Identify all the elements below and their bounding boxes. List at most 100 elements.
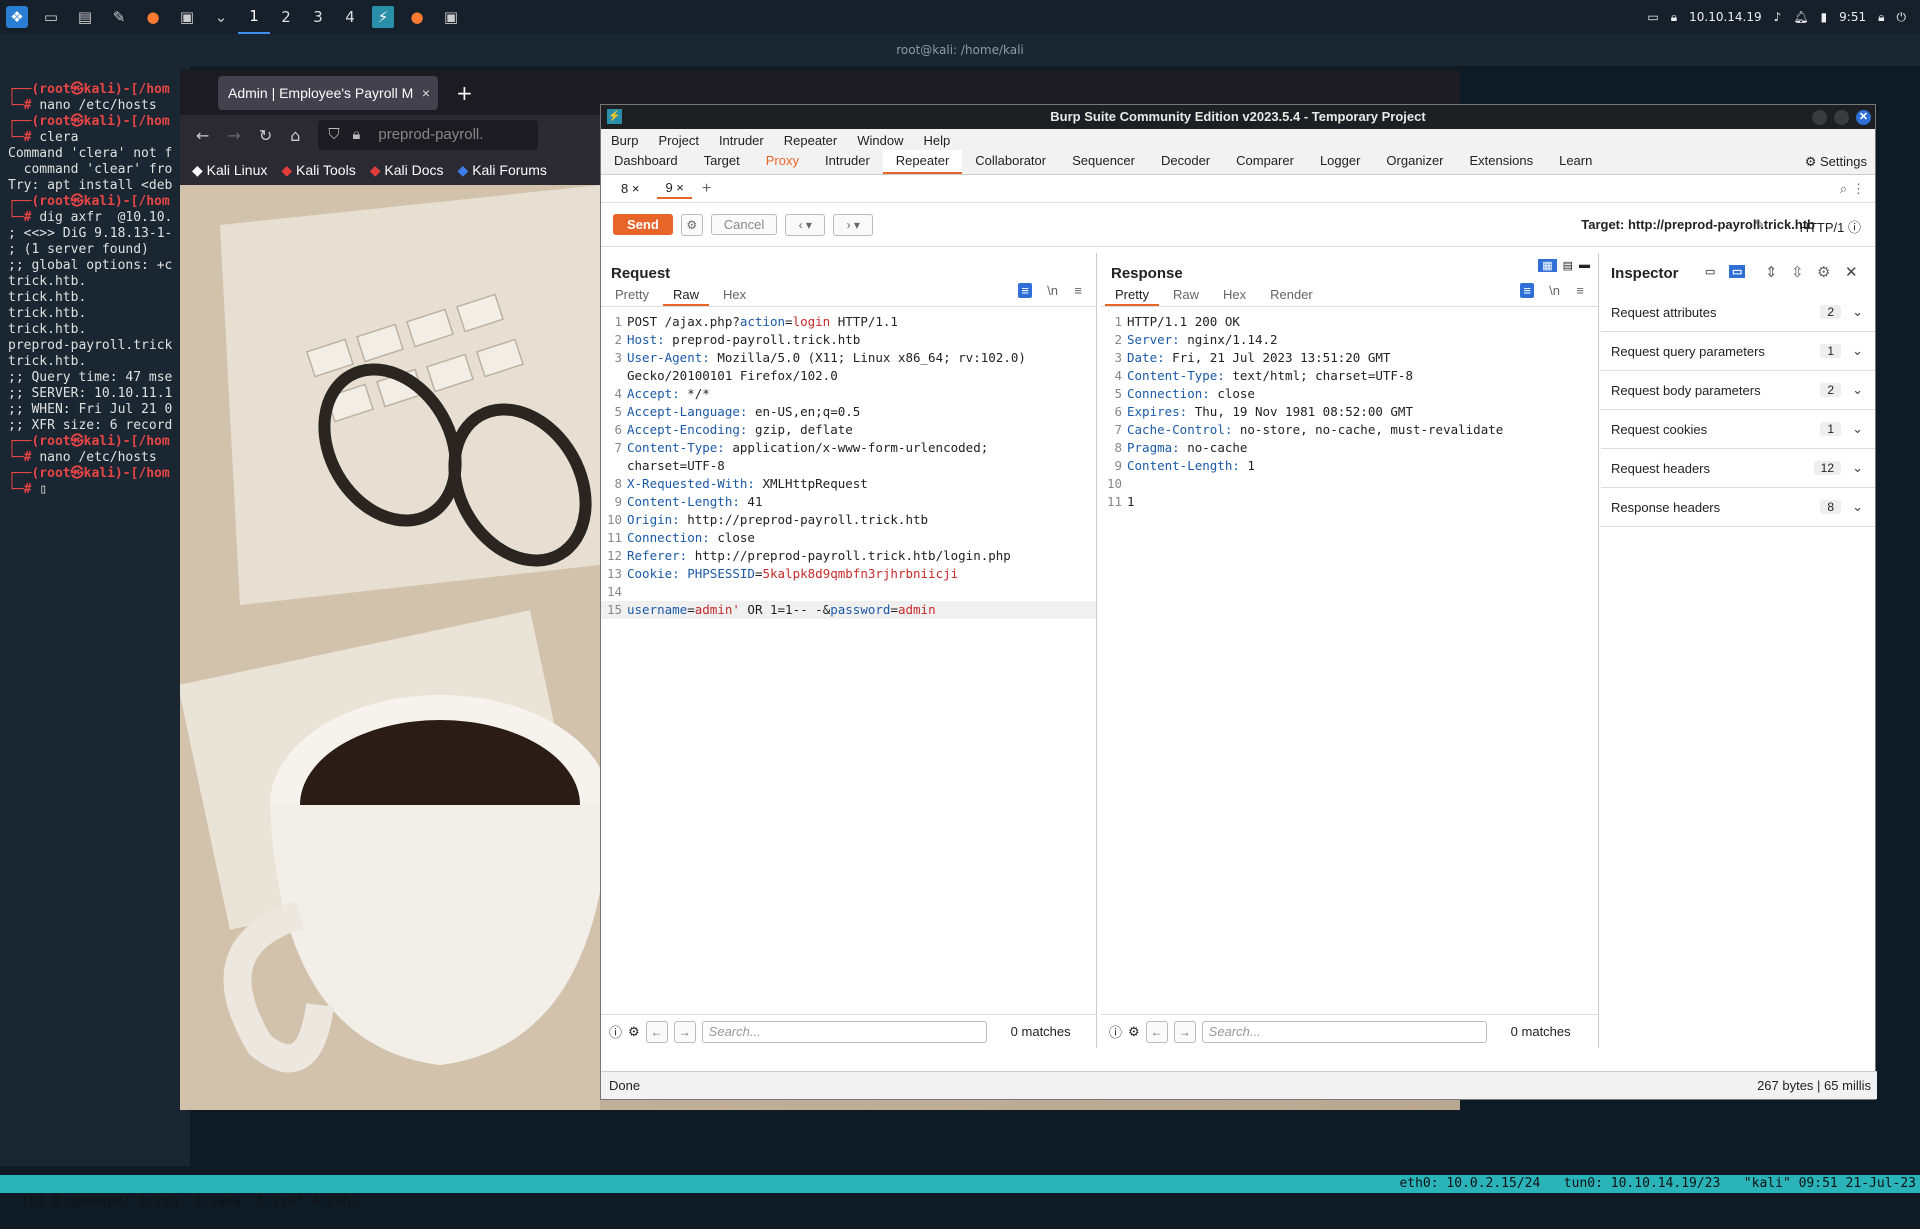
edit-target-icon[interactable]: ✎ — [1754, 217, 1765, 233]
inspector-section[interactable]: Response headers 8 ⌄ — [1601, 488, 1875, 527]
response-search-input[interactable]: Search... — [1201, 1020, 1487, 1043]
response-tab-raw[interactable]: Raw — [1163, 287, 1209, 306]
newline-toggle-icon[interactable]: \n — [1047, 283, 1058, 298]
url-bar[interactable]: ⛉ 🔒︎ preprod-payroll. — [318, 120, 539, 150]
search-icon[interactable]: ⌕ — [1840, 181, 1847, 197]
menu-intruder[interactable]: Intruder — [719, 133, 764, 148]
tab-dashboard[interactable]: Dashboard — [601, 150, 691, 174]
request-tab-hex[interactable]: Hex — [713, 287, 756, 306]
terminal-output[interactable]: ┌──(root㉿kali)-[/hom └─# nano /etc/hosts ┌… — [0, 66, 190, 1166]
chevron-down-icon[interactable]: ⌄ — [1852, 460, 1863, 476]
desktop-icon[interactable]: ▭ — [40, 6, 62, 28]
send-button[interactable]: Send — [613, 214, 673, 235]
tab-intruder[interactable]: Intruder — [812, 150, 883, 174]
menu-help[interactable]: Help — [923, 133, 950, 148]
inspector-section[interactable]: Request body parameters 2 ⌄ — [1601, 371, 1875, 410]
bookmark-kali-tools[interactable]: ◆ Kali Tools — [281, 162, 355, 179]
chevron-down-icon[interactable]: ⌄ — [1852, 382, 1863, 398]
notification-icon[interactable]: 🔔︎ — [1793, 10, 1808, 24]
newline-toggle-icon[interactable]: \n — [1549, 283, 1560, 298]
help-icon[interactable]: ⓘ — [1109, 1022, 1122, 1041]
menu-repeater[interactable]: Repeater — [784, 133, 837, 148]
gear-icon[interactable]: ⚙ — [1128, 1024, 1140, 1040]
menu-burp[interactable]: Burp — [611, 133, 638, 148]
wrap-toggle-icon[interactable]: ≡ — [1018, 283, 1032, 298]
request-tab-pretty[interactable]: Pretty — [605, 287, 659, 306]
bookmark-kali-docs[interactable]: ◆ Kali Docs — [370, 162, 444, 179]
display-icon[interactable]: ▭ — [1647, 10, 1658, 24]
inspector-layout-active-icon[interactable]: ▭ — [1729, 265, 1746, 278]
close-tab-icon[interactable]: × — [422, 76, 430, 110]
layout-tabs-icon[interactable]: ▬ — [1579, 259, 1590, 272]
reload-icon[interactable]: ↻ — [259, 126, 272, 145]
menu-icon[interactable]: ≡ — [1074, 283, 1082, 298]
help-icon[interactable]: ⓘ — [1848, 220, 1861, 235]
more-options-icon[interactable]: ⋮ — [1852, 181, 1865, 197]
request-editor[interactable]: 1 POST /ajax.php?action=login HTTP/1.1 2 Ho… — [601, 307, 1096, 619]
tab-decoder[interactable]: Decoder — [1148, 150, 1223, 174]
terminal-icon[interactable]: ▣ — [176, 6, 198, 28]
chevron-down-icon[interactable]: ⌄ — [1852, 421, 1863, 437]
file-manager-icon[interactable]: ▤ — [74, 6, 96, 28]
response-tab-hex[interactable]: Hex — [1213, 287, 1256, 306]
text-editor-icon[interactable]: ✎ — [108, 6, 130, 28]
workspace-4[interactable]: 4 — [334, 0, 366, 34]
firefox-tab[interactable]: Admin | Employee's Payroll M × — [218, 75, 438, 110]
tab-organizer[interactable]: Organizer — [1373, 150, 1456, 174]
gear-icon[interactable]: ⚙ — [628, 1024, 640, 1040]
home-icon[interactable]: ⌂ — [290, 126, 300, 145]
settings-button[interactable]: ⚙ Settings — [1805, 154, 1867, 170]
layout-split-icon[interactable]: ▦ — [1538, 259, 1557, 272]
tab-learn[interactable]: Learn — [1546, 150, 1605, 174]
history-back-icon[interactable]: ‹ ▾ — [785, 213, 826, 236]
response-tab-pretty[interactable]: Pretty — [1105, 287, 1159, 306]
prev-match-icon[interactable]: ← — [645, 1020, 668, 1043]
collapse-all-icon[interactable]: ⇳ — [1791, 263, 1804, 281]
tab-comparer[interactable]: Comparer — [1223, 150, 1307, 174]
burp-task-icon[interactable]: ⚡ — [372, 6, 394, 28]
chevron-down-icon[interactable]: ⌄ — [210, 6, 232, 28]
new-tab-icon[interactable]: + — [456, 81, 473, 105]
maximize-button[interactable] — [1834, 110, 1849, 125]
http-version[interactable]: HTTP/1 ⓘ — [1800, 217, 1861, 236]
volume-icon[interactable]: ♪ — [1774, 10, 1782, 24]
repeater-tab-8[interactable]: 8 × — [613, 179, 647, 198]
response-viewer[interactable]: 1 HTTP/1.1 200 OK 2 Server: nginx/1.14.2 3 Da… — [1101, 307, 1598, 511]
inspector-section[interactable]: Request query parameters 1 ⌄ — [1601, 332, 1875, 371]
minimize-button[interactable] — [1812, 110, 1827, 125]
workspace-2[interactable]: 2 — [270, 0, 302, 34]
workspace-3[interactable]: 3 — [302, 0, 334, 34]
request-search-input[interactable]: Search... — [701, 1020, 987, 1043]
tab-repeater[interactable]: Repeater — [882, 150, 963, 174]
request-tab-raw[interactable]: Raw — [662, 287, 709, 306]
chevron-down-icon[interactable]: ⌄ — [1852, 304, 1863, 320]
workspace-1[interactable]: 1 — [238, 0, 270, 34]
tab-sequencer[interactable]: Sequencer — [1059, 150, 1148, 174]
lock-screen-icon[interactable]: 🔒︎ — [1878, 10, 1884, 25]
chevron-down-icon[interactable]: ⌄ — [1852, 499, 1863, 515]
response-tab-render[interactable]: Render — [1260, 287, 1323, 306]
inspector-layout-icon[interactable]: ▭ — [1705, 265, 1715, 278]
tab-target[interactable]: Target — [691, 150, 753, 174]
tab-logger[interactable]: Logger — [1307, 150, 1373, 174]
inspector-section[interactable]: Request headers 12 ⌄ — [1601, 449, 1875, 488]
tab-proxy[interactable]: Proxy — [753, 150, 812, 174]
firefox-icon[interactable]: ● — [142, 6, 164, 28]
menu-icon[interactable]: ≡ — [1576, 283, 1584, 298]
next-match-icon[interactable]: → — [673, 1020, 696, 1043]
wrap-toggle-icon[interactable]: ≡ — [1520, 283, 1534, 298]
power-icon[interactable]: ⏻ — [1897, 10, 1907, 25]
inspector-section[interactable]: Request cookies 1 ⌄ — [1601, 410, 1875, 449]
help-icon[interactable]: ⓘ — [609, 1022, 622, 1041]
history-forward-icon[interactable]: › ▾ — [833, 213, 874, 236]
layout-horizontal-icon[interactable]: ▤ — [1563, 259, 1573, 272]
bookmark-kali-forums[interactable]: ◆ Kali Forums — [458, 162, 547, 179]
chevron-down-icon[interactable]: ⌄ — [1852, 343, 1863, 359]
prev-match-icon[interactable]: ← — [1145, 1020, 1168, 1043]
inspector-section[interactable]: Request attributes 2 ⌄ — [1601, 293, 1875, 332]
inspector-gear-icon[interactable]: ⚙ — [1817, 263, 1830, 281]
cancel-button[interactable]: Cancel — [710, 214, 778, 235]
menu-window[interactable]: Window — [857, 133, 903, 148]
tab-extensions[interactable]: Extensions — [1457, 150, 1547, 174]
back-icon[interactable]: ← — [196, 126, 209, 145]
